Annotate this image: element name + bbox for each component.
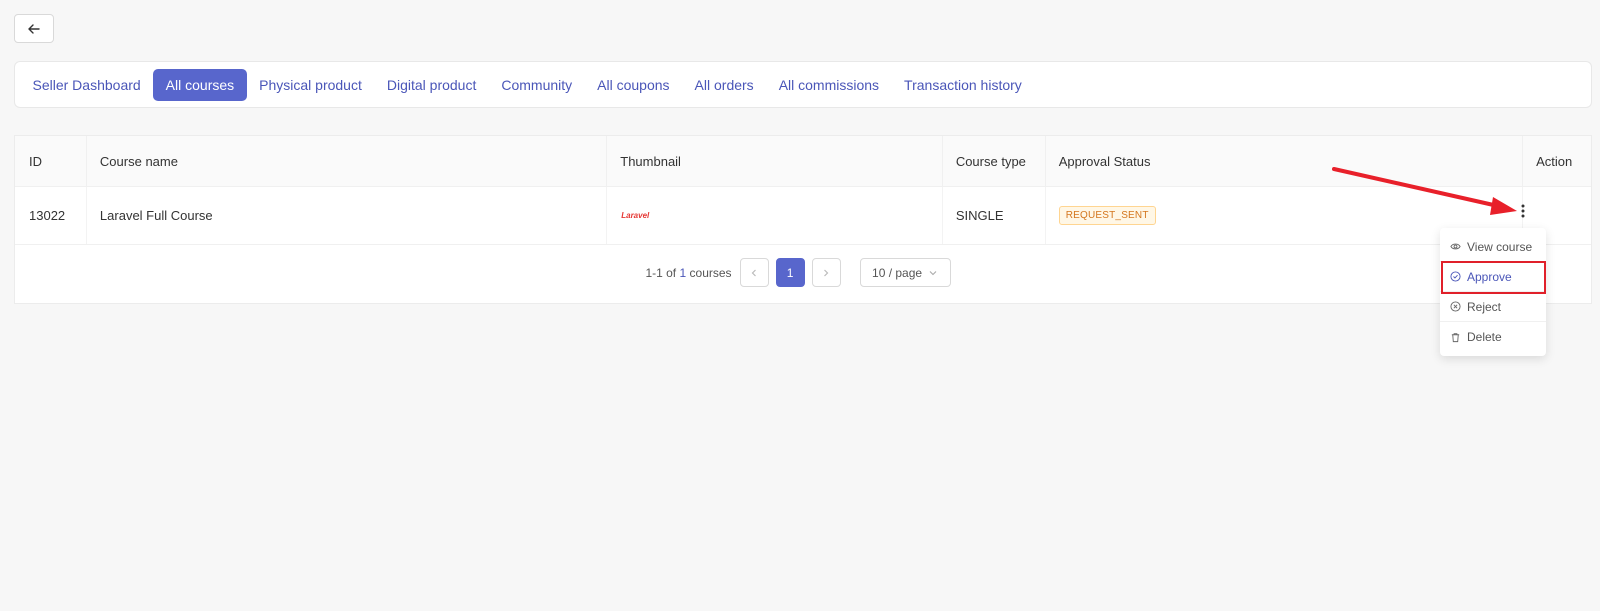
tab-all-orders[interactable]: All orders: [682, 69, 766, 101]
x-circle-icon: [1450, 301, 1461, 312]
menu-item-delete[interactable]: Delete: [1440, 322, 1546, 352]
tab-digital-product[interactable]: Digital product: [374, 69, 489, 101]
pagination-summary: 1-1 of 1 courses: [645, 266, 731, 280]
page-size-select[interactable]: 10 / page: [859, 258, 951, 287]
prev-page-button[interactable]: [739, 258, 769, 287]
page-1-button[interactable]: 1: [775, 258, 805, 287]
kebab-icon: [1521, 204, 1525, 218]
course-thumbnail: Laravel: [620, 202, 651, 229]
pagination: 1-1 of 1 courses 1 10 / page: [15, 258, 1591, 287]
menu-item-label: Approve: [1467, 269, 1512, 284]
action-menu: View course Approve Reject Delete: [1440, 228, 1546, 356]
column-header-action: Action: [1522, 136, 1591, 186]
nav-tabs: Seller Dashboard All courses Physical pr…: [14, 61, 1592, 108]
chevron-down-icon: [929, 270, 937, 275]
trash-icon: [1451, 332, 1460, 342]
check-circle-icon: [1450, 271, 1461, 282]
course-id: 13022: [29, 208, 66, 223]
courses-table: ID Course name Thumbnail Course type App…: [14, 135, 1592, 304]
column-header-id: ID: [29, 153, 42, 169]
tab-community[interactable]: Community: [489, 69, 585, 101]
eye-icon: [1450, 243, 1461, 250]
page-size-value: 10 / page: [872, 265, 923, 280]
chevron-right-icon: [824, 269, 829, 276]
pagination-range: 1-1 of: [645, 265, 677, 280]
menu-item-label: View course: [1467, 239, 1533, 254]
table-header: ID Course name Thumbnail Course type App…: [15, 136, 1591, 187]
more-actions-button[interactable]: [1521, 204, 1525, 223]
tab-all-commissions[interactable]: All commissions: [766, 69, 891, 101]
course-type: SINGLE: [941, 187, 1045, 244]
column-header-course-type: Course type: [941, 136, 1045, 186]
back-button[interactable]: [14, 14, 54, 43]
pagination-total: 1: [679, 265, 687, 280]
tab-physical-product[interactable]: Physical product: [247, 69, 375, 101]
tab-all-courses[interactable]: All courses: [153, 68, 247, 101]
menu-item-label: Reject: [1467, 299, 1502, 314]
column-header-course-name: Course name: [85, 136, 606, 186]
course-name: Laravel Full Course: [85, 187, 606, 244]
menu-item-approve[interactable]: Approve: [1440, 262, 1546, 292]
tab-transaction-history[interactable]: Transaction history: [892, 69, 1035, 101]
menu-item-reject[interactable]: Reject: [1440, 292, 1546, 322]
pagination-unit: courses: [689, 265, 732, 280]
chevron-left-icon: [751, 269, 756, 276]
next-page-button[interactable]: [811, 258, 841, 287]
column-header-approval-status: Approval Status: [1044, 136, 1522, 186]
menu-item-label: Delete: [1467, 330, 1502, 344]
menu-item-view-course[interactable]: View course: [1440, 232, 1546, 262]
table-row: 13022 Laravel Full Course Laravel SINGLE…: [15, 187, 1591, 245]
thumbnail-cell: Laravel: [606, 187, 942, 244]
status-badge: REQUEST_SENT: [1058, 206, 1156, 225]
column-header-thumbnail: Thumbnail: [606, 136, 942, 186]
arrow-left-icon: [28, 23, 40, 34]
tab-all-coupons[interactable]: All coupons: [585, 69, 682, 101]
tab-seller-dashboard[interactable]: Seller Dashboard: [20, 69, 153, 101]
